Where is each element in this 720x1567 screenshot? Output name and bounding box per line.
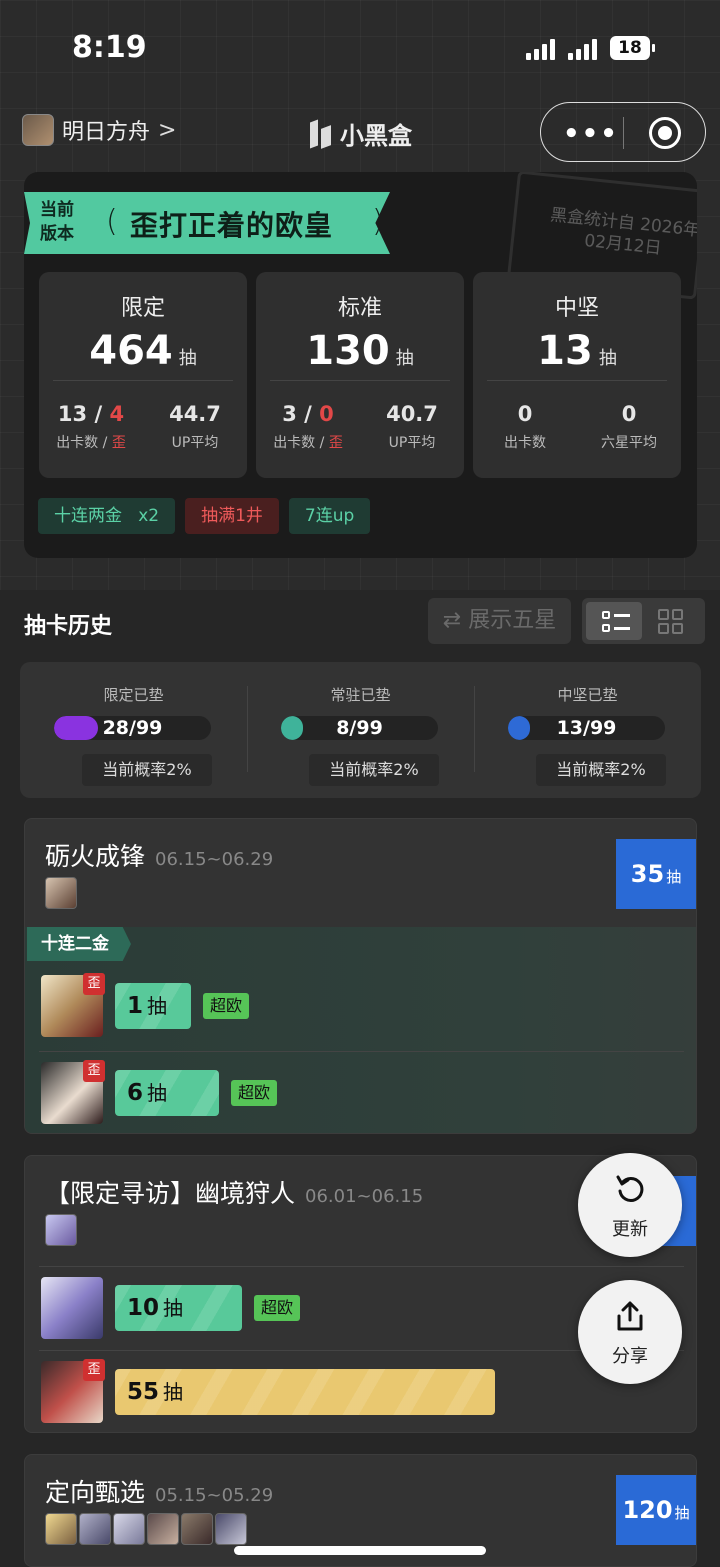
stat-cell-up-avg: 44.7 UP平均 <box>169 402 221 451</box>
chevron-right-icon: > <box>158 117 177 143</box>
share-button[interactable]: 分享 <box>578 1280 682 1384</box>
cellular-signal-icon <box>526 38 555 60</box>
status-bar: 8:19 18 <box>0 0 720 100</box>
operator-avatar <box>147 1513 179 1545</box>
pity-rate: 当前概率2% <box>536 754 666 786</box>
title-badge: 歪打正着的欧皇 <box>130 209 334 242</box>
laurel-left-icon: ( <box>106 204 118 239</box>
status-time: 8:19 <box>72 30 147 65</box>
off-banner-badge: 歪 <box>83 973 105 995</box>
stat-box-core: 中坚 13 抽 0 出卡数 0 六星平均 <box>473 272 681 478</box>
title-ribbon: 当前版本 ( 歪打正着的欧皇 ) <box>24 192 390 254</box>
stat-cell-cards: 13 / 4 出卡数 / 歪 <box>56 402 126 451</box>
achievement-tag: 7连up <box>288 498 371 534</box>
banner-title: 砺火成锋 06.15~06.29 <box>45 842 274 871</box>
banner-title: 定向甄选 05.15~05.29 <box>45 1478 274 1507</box>
stat-cell-cards: 0 出卡数 <box>504 402 546 451</box>
banner-title: 【限定寻访】幽境狩人 06.01~06.15 <box>45 1179 424 1208</box>
stat-cell-cards: 3 / 0 出卡数 / 歪 <box>273 402 343 451</box>
share-icon <box>617 1301 643 1331</box>
stat-cell-six-star-avg: 0 六星平均 <box>601 402 657 451</box>
luck-badge: 超欧 <box>254 1295 301 1321</box>
view-toggle <box>582 598 705 644</box>
history-title: 抽卡历史 <box>24 614 113 639</box>
pull-bar: 1抽 <box>115 983 191 1029</box>
off-banner-badge: 歪 <box>83 1060 105 1082</box>
refresh-button[interactable]: 更新 <box>578 1153 682 1257</box>
luck-badge: 超欧 <box>203 993 250 1019</box>
operator-portrait <box>41 1277 103 1339</box>
brand-name: 小黑盒 <box>340 122 412 150</box>
operator-avatar <box>45 877 77 909</box>
refresh-icon <box>616 1175 644 1202</box>
brand-logo: 小黑盒 <box>308 116 412 151</box>
stat-title: 限定 <box>120 296 165 321</box>
banner-pull-count: 120 抽 <box>616 1475 696 1545</box>
pull-bar: 6抽 <box>115 1070 219 1116</box>
pull-row: 歪 6抽 超欧 <box>39 1051 684 1124</box>
operator-avatar <box>45 1513 77 1545</box>
pity-panel: 限定已垫 28/99 当前概率2% 常驻已垫 8/99 当前概率2% 中坚已垫 … <box>20 662 701 798</box>
pity-progress-bar: 8/99 <box>281 716 438 740</box>
operator-avatar <box>181 1513 213 1545</box>
refresh-label: 更新 <box>612 1219 648 1240</box>
pity-label: 中坚已垫 <box>557 686 618 704</box>
pity-core: 中坚已垫 13/99 当前概率2% <box>474 662 701 798</box>
home-indicator[interactable] <box>234 1546 486 1555</box>
game-switcher[interactable]: 明日方舟 > <box>22 114 176 146</box>
achievement-tag: 抽满1井 <box>185 498 279 534</box>
achievement-tag: 十连两金 x2 <box>38 498 176 534</box>
stat-title: 标准 <box>337 296 382 321</box>
list-view-button[interactable] <box>586 602 642 640</box>
more-options-icon[interactable]: ••• <box>563 119 619 149</box>
game-name: 明日方舟 <box>62 120 151 145</box>
pity-value: 28/99 <box>102 717 163 739</box>
show-five-star-button[interactable]: ⇄ 展示五星 <box>428 598 571 644</box>
pull-bar: 55 抽 <box>115 1369 495 1415</box>
stat-box-limited: 限定 464 抽 13 / 4 出卡数 / 歪 44.7 UP平均 <box>39 272 247 478</box>
wifi-signal-icon <box>568 38 597 60</box>
version-tag: 当前版本 <box>40 200 74 244</box>
pity-progress-bar: 28/99 <box>54 716 211 740</box>
pity-progress-bar: 13/99 <box>508 716 665 740</box>
pull-row: 歪 1抽 超欧 <box>39 973 684 1043</box>
grid-view-icon[interactable] <box>658 609 684 635</box>
operator-avatar <box>45 1214 77 1246</box>
luck-badge: 超欧 <box>231 1080 278 1106</box>
close-miniprogram-icon[interactable] <box>649 117 681 149</box>
list-view-icon <box>602 611 630 633</box>
stat-title: 中坚 <box>554 296 599 321</box>
pity-value: 8/99 <box>336 717 383 739</box>
operator-avatar <box>79 1513 111 1545</box>
combo-flag: 十连二金 <box>27 927 131 961</box>
pity-rate: 当前概率2% <box>309 754 439 786</box>
capsule-divider <box>623 117 624 149</box>
pull-bar: 10 抽 <box>115 1285 242 1331</box>
game-avatar <box>22 114 54 146</box>
off-banner-badge: 歪 <box>83 1359 105 1381</box>
miniprogram-capsule: ••• <box>540 102 706 162</box>
pity-standard: 常驻已垫 8/99 当前概率2% <box>247 662 474 798</box>
banner-pull-count: 35 抽 <box>616 839 696 909</box>
summary-card: 黑盒统计自 2026年02月12日 当前版本 ( 歪打正着的欧皇 ) 限定 46… <box>24 172 697 558</box>
banner-card[interactable]: 砺火成锋 06.15~06.29 35 抽 十连二金 歪 1抽 超欧 歪 6抽 超欧 <box>24 818 697 1134</box>
operator-avatar <box>215 1513 247 1545</box>
operator-avatar <box>113 1513 145 1545</box>
stat-cell-up-avg: 40.7 UP平均 <box>386 402 438 451</box>
stat-total: 13 抽 <box>537 328 617 374</box>
stat-total: 130 抽 <box>306 328 414 374</box>
pity-label: 常驻已垫 <box>330 686 391 704</box>
combo-zone: 十连二金 歪 1抽 超欧 歪 6抽 超欧 <box>25 927 696 1133</box>
pity-rate: 当前概率2% <box>82 754 212 786</box>
share-label: 分享 <box>612 1346 648 1367</box>
laurel-right-icon: ) <box>372 204 384 239</box>
pity-limited: 限定已垫 28/99 当前概率2% <box>20 662 247 798</box>
achievement-tags: 十连两金 x2 抽满1井 7连up <box>38 498 371 534</box>
pity-value: 13/99 <box>556 717 617 739</box>
stat-total: 464 抽 <box>89 328 197 374</box>
pity-label: 限定已垫 <box>103 686 164 704</box>
battery-icon: 18 <box>610 36 655 60</box>
heybox-logo-icon <box>308 119 334 149</box>
stat-box-standard: 标准 130 抽 3 / 0 出卡数 / 歪 40.7 UP平均 <box>256 272 464 478</box>
